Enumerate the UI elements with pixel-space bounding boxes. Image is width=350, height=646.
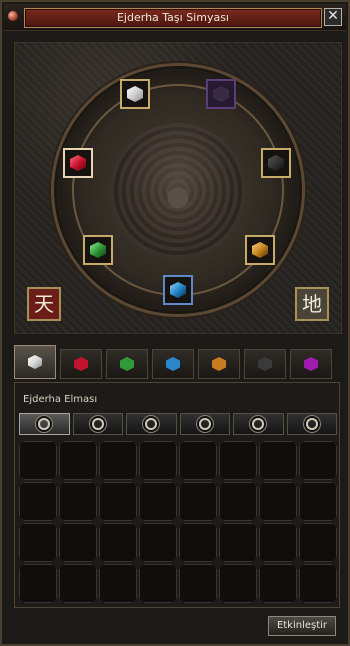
dragon-ornament — [110, 123, 246, 259]
jade-icon — [90, 242, 106, 258]
diamond-icon — [28, 355, 42, 369]
inventory-slot[interactable] — [139, 564, 177, 603]
inventory-slot[interactable] — [259, 441, 297, 480]
inventory-slot[interactable] — [219, 441, 257, 480]
inventory-slot[interactable] — [179, 523, 217, 562]
slot-ruby[interactable] — [63, 148, 93, 178]
inventory-slot[interactable] — [219, 564, 257, 603]
diamond-icon — [127, 86, 143, 102]
inventory-slot[interactable] — [139, 482, 177, 521]
inventory-slot[interactable] — [99, 564, 137, 603]
inventory-slot[interactable] — [179, 482, 217, 521]
sun-icon — [38, 418, 51, 430]
inventory-slot[interactable] — [59, 564, 97, 603]
black-gem-icon — [268, 155, 284, 171]
title-bar[interactable]: Ejderha Taşı Simyası ✕ — [4, 4, 346, 31]
slot-garnet[interactable] — [245, 235, 275, 265]
inventory-slot[interactable] — [19, 523, 57, 562]
grade-filter-2[interactable] — [72, 413, 123, 435]
grade-filter-row — [19, 413, 337, 435]
inventory-slot[interactable] — [259, 523, 297, 562]
inventory-slot[interactable] — [59, 441, 97, 480]
amethyst-icon — [304, 357, 318, 371]
ruby-icon — [70, 155, 86, 171]
inventory-slot[interactable] — [139, 523, 177, 562]
inventory-slot[interactable] — [299, 441, 337, 480]
panel-label: Ejderha Elması — [23, 394, 98, 405]
slot-sapphire[interactable] — [163, 275, 193, 305]
grade-filter-5[interactable] — [233, 413, 284, 435]
earth-tile[interactable]: 地 — [295, 287, 329, 321]
sun-icon — [305, 418, 318, 430]
inventory-slot[interactable] — [19, 482, 57, 521]
inventory-slot[interactable] — [59, 482, 97, 521]
slot-jade[interactable] — [83, 235, 113, 265]
inventory-slot[interactable] — [299, 523, 337, 562]
sun-icon — [145, 418, 158, 430]
tab-garnet[interactable] — [198, 349, 240, 379]
inventory-slot[interactable] — [99, 523, 137, 562]
inventory-slot[interactable] — [299, 482, 337, 521]
alchemy-dial-area: 天 地 — [14, 42, 342, 334]
grade-filter-1[interactable] — [19, 413, 70, 435]
tab-ruby[interactable] — [60, 349, 102, 379]
gem-type-tabs — [14, 345, 340, 381]
tab-sapphire[interactable] — [152, 349, 194, 379]
inventory-grid — [19, 441, 337, 603]
slot-onyx[interactable] — [206, 79, 236, 109]
tab-diamond[interactable] — [14, 345, 56, 379]
garnet-icon — [252, 242, 268, 258]
window-title: Ejderha Taşı Simyası — [24, 8, 322, 28]
onyx-icon — [258, 357, 272, 371]
inventory-slot[interactable] — [139, 441, 177, 480]
garnet-icon — [212, 357, 226, 371]
grade-filter-6[interactable] — [286, 413, 337, 435]
inventory-slot[interactable] — [259, 482, 297, 521]
grade-filter-4[interactable] — [179, 413, 230, 435]
sun-icon — [91, 418, 104, 430]
dragon-stone-alchemy-window: Ejderha Taşı Simyası ✕ 天 地 Ejderha Elmas… — [0, 0, 350, 646]
activate-button[interactable]: Etkinleştir — [268, 616, 336, 636]
inventory-slot[interactable] — [99, 441, 137, 480]
inventory-slot[interactable] — [219, 523, 257, 562]
inventory-slot[interactable] — [59, 523, 97, 562]
inventory-panel: Ejderha Elması — [14, 382, 340, 608]
inventory-slot[interactable] — [219, 482, 257, 521]
tab-onyx[interactable] — [244, 349, 286, 379]
sun-icon — [198, 418, 211, 430]
ruby-icon — [74, 357, 88, 371]
inventory-slot[interactable] — [299, 564, 337, 603]
inventory-slot[interactable] — [99, 482, 137, 521]
tab-jade[interactable] — [106, 349, 148, 379]
grade-filter-3[interactable] — [126, 413, 177, 435]
inventory-slot[interactable] — [179, 441, 217, 480]
tab-amethyst[interactable] — [290, 349, 332, 379]
sapphire-icon — [170, 282, 186, 298]
inventory-slot[interactable] — [259, 564, 297, 603]
sapphire-icon — [166, 357, 180, 371]
slot-black[interactable] — [261, 148, 291, 178]
pin-icon — [8, 11, 18, 21]
inventory-slot[interactable] — [179, 564, 217, 603]
inventory-slot[interactable] — [19, 564, 57, 603]
close-button[interactable]: ✕ — [324, 8, 342, 26]
slot-diamond[interactable] — [120, 79, 150, 109]
sun-icon — [252, 418, 265, 430]
onyx-icon — [213, 86, 229, 102]
jade-icon — [120, 357, 134, 371]
inventory-slot[interactable] — [19, 441, 57, 480]
heaven-tile[interactable]: 天 — [27, 287, 61, 321]
